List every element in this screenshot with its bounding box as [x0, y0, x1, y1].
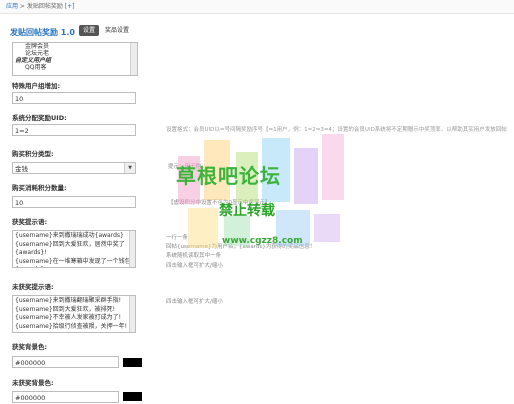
watermark-block	[204, 140, 230, 200]
uid-setting-input[interactable]: 1=2	[12, 124, 136, 136]
watermark-block	[188, 208, 218, 248]
lose-tips-textarea[interactable]: {username}来到撒瑞翻瑞聚采群手指! {username}回到大爱狂欢，…	[12, 295, 136, 333]
lose-tip-line: {username}拾级行侦查被陨，关押一年!	[15, 322, 128, 330]
points-type-label: 购买积分类型:	[12, 150, 54, 158]
watermark-block	[236, 152, 258, 202]
lose-tips-hint: 四击输入框可扩大/缩小	[166, 299, 223, 305]
win-tip-line: {username}在一堆寒箱中发现了一个钱包{awards}	[15, 257, 131, 268]
breadcrumb-separator: >	[18, 3, 27, 10]
lose-bg-input[interactable]: #000000	[12, 391, 119, 403]
win-tips-textarea[interactable]: {username}来到撒瑞瑞成功{awards} {username}回到大爱…	[12, 230, 136, 268]
breadcrumb: 应用 > 发贴回帖奖励 [+]	[0, 0, 514, 14]
points-type-select[interactable]: 金钱 ▼	[12, 162, 136, 174]
plugin-tab-bar: 发贴回帖奖励 1.0 设置 奖品设置	[0, 22, 514, 40]
textarea-scrollbar[interactable]	[129, 231, 135, 267]
lose-tip-line: {username}回到大爱狂欢，被排死!	[15, 305, 116, 313]
win-tips-hint-1: 一行一条	[166, 235, 189, 241]
uid-setting-hint: 设置格式：会员UID以=号间隔奖励序号【=1用户，例：1=2=3=4；设置的会员…	[166, 127, 507, 133]
uid-setting-label: 系统分配奖励UID:	[12, 114, 67, 122]
plugin-title: 发贴回帖奖励 1.0	[10, 28, 75, 37]
watermark-block	[294, 148, 318, 204]
special-users-label: 特殊用户组增加:	[12, 82, 61, 90]
win-tips-hint-4: 四击输入框可扩大/缩小	[166, 263, 223, 269]
win-tip-line: {username}来到撒瑞瑞成功{awards}	[15, 232, 124, 239]
watermark-block	[224, 216, 250, 246]
chevron-down-icon[interactable]: ▼	[124, 163, 135, 173]
breadcrumb-plugin: 发贴回帖奖励	[26, 3, 63, 10]
list-item[interactable]: QQ用客	[13, 64, 137, 71]
watermark-block	[276, 210, 310, 246]
points-amount-hint: 【虚设积分中设置不可为0显示中奖显示】	[168, 200, 271, 206]
win-bg-input[interactable]: #000000	[12, 356, 119, 368]
win-tip-line: {username}回到大爱狂欢，居然中奖了{awards}!	[15, 240, 125, 257]
watermark-block	[322, 134, 344, 200]
textarea-scrollbar[interactable]	[129, 296, 135, 332]
points-type-value: 金钱	[15, 165, 28, 173]
points-type-hint: 提示：用于购...	[168, 164, 207, 170]
breadcrumb-expand-toggle[interactable]: [+]	[65, 3, 75, 10]
watermark-block	[262, 138, 290, 202]
list-item-group-header: 自定义用户组	[15, 57, 52, 64]
list-item[interactable]: 金牌会员	[13, 43, 137, 50]
lose-tip-line: {username}来到撒瑞翻瑞聚采群手指!	[15, 297, 122, 304]
win-tips-hint-2: 回帖{username}为用户名，{awards}为获得的奖品信息！	[166, 244, 316, 250]
breadcrumb-app-link[interactable]: 应用	[6, 3, 18, 10]
watermark-block	[314, 214, 340, 242]
win-tips-hint-3: 系统随机读取其中一条	[166, 253, 222, 259]
listbox-scrollbar[interactable]	[130, 43, 137, 75]
win-bg-swatch[interactable]	[123, 358, 142, 367]
points-amount-input[interactable]: 10	[12, 196, 136, 208]
user-group-listbox[interactable]: 金牌会员 论坛元老 自定义用户组 QQ用客	[12, 42, 138, 76]
tab-settings[interactable]: 设置	[79, 25, 100, 36]
tab-prize-settings[interactable]: 奖品设置	[101, 25, 133, 36]
win-bg-label: 获奖背景色:	[12, 343, 48, 351]
points-amount-label: 购买消耗积分数量:	[12, 184, 67, 192]
lose-tip-line: {username}不幸被人发家被打成为了!	[15, 314, 122, 321]
lose-tips-label: 未获奖提示语:	[12, 283, 54, 291]
win-tips-label: 获奖提示语:	[12, 218, 48, 226]
lose-bg-label: 未获奖背景色:	[12, 379, 54, 387]
special-users-input[interactable]: 10	[12, 92, 136, 104]
list-item[interactable]: 论坛元老	[13, 50, 137, 57]
